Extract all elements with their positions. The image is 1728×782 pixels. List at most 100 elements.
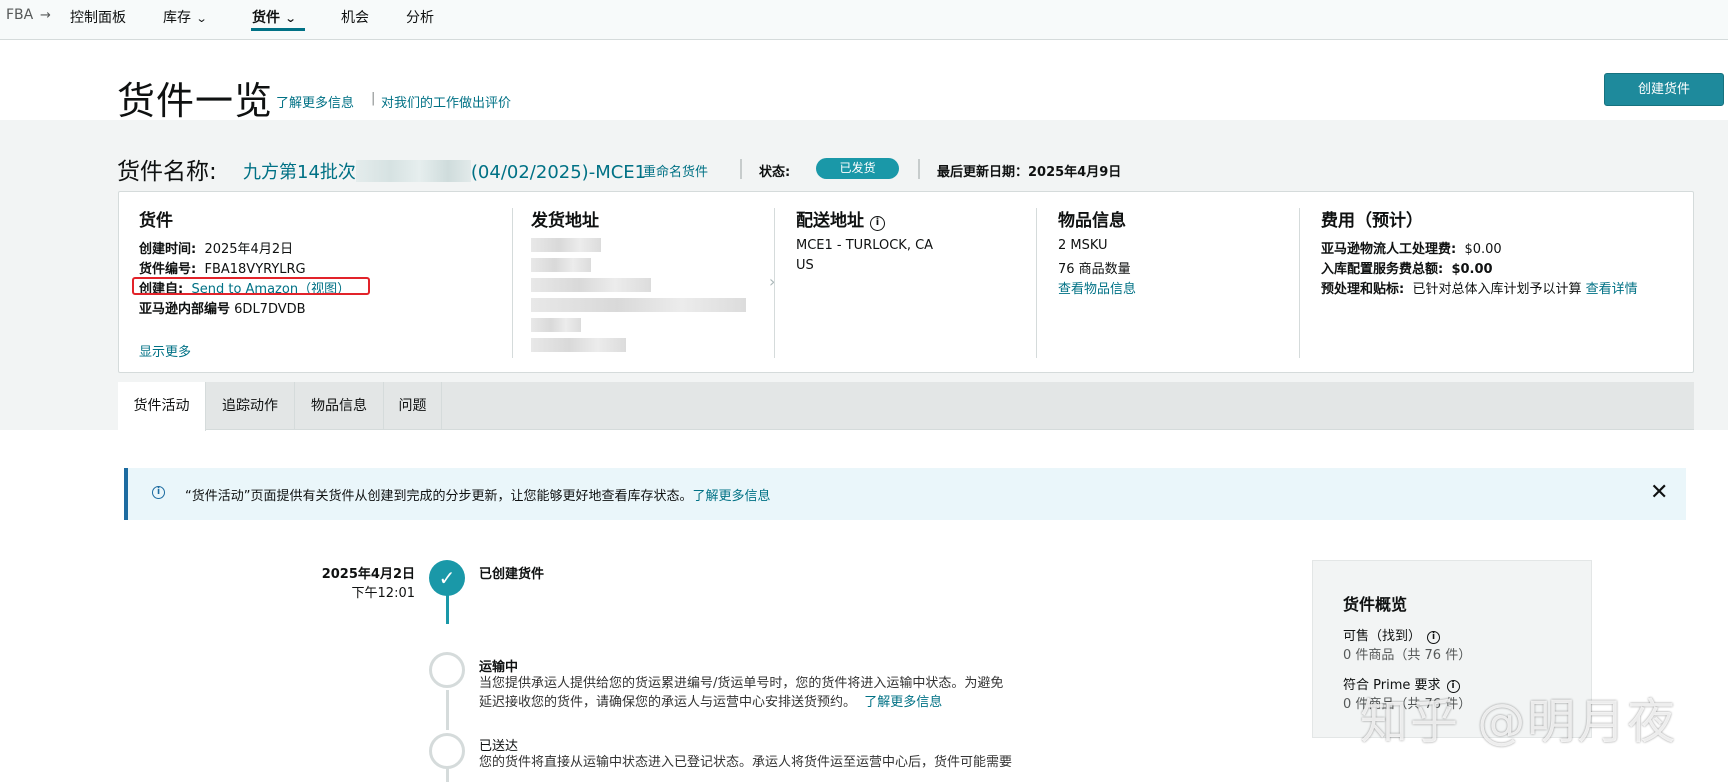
- divider: [740, 159, 742, 179]
- timeline-connector: [446, 690, 449, 730]
- nav-opportunities[interactable]: 机会: [341, 7, 369, 27]
- breadcrumb-fba[interactable]: FBA: [6, 7, 33, 23]
- info-icon[interactable]: i: [870, 216, 885, 231]
- timeline-learn-more-link[interactable]: 了解更多信息: [864, 695, 942, 710]
- check-icon: ✓: [429, 560, 465, 596]
- nav-analytics[interactable]: 分析: [406, 7, 434, 27]
- created-time-value: 2025年4月2日: [204, 242, 294, 257]
- placement-fee-label: 入库配置服务费总额:: [1321, 262, 1444, 277]
- create-shipment-button[interactable]: 创建货件: [1604, 73, 1724, 106]
- chevron-down-icon: ⌄: [284, 12, 297, 25]
- prep-fee-row: 预处理和贴标: 已针对总体入库计划予以计算 查看详情: [1321, 278, 1638, 297]
- ship-to-title-text: 配送地址: [796, 211, 864, 231]
- page-title: 货件一览: [117, 79, 274, 123]
- internal-id-row: 亚马逊内部编号 6DL7DVDB: [139, 298, 306, 317]
- info-icon: i: [152, 486, 165, 499]
- timeline-step-title: 运输中: [479, 660, 519, 675]
- timeline-step-text: 当您提供承运人提供给您的货运累进编号/货运单号时，您的货件将进入运输中状态。为避…: [479, 676, 1004, 691]
- created-time-label: 创建时间:: [139, 242, 197, 257]
- breadcrumb-arrow-icon: →: [40, 8, 51, 23]
- nav-shipments-label: 货件: [252, 10, 280, 26]
- internal-id-value: 6DL7DVDB: [234, 302, 306, 317]
- timeline-step-pending: [429, 733, 465, 769]
- column-divider: [1036, 208, 1037, 358]
- summary-ship-from-column: 发货地址: [531, 192, 781, 374]
- info-icon[interactable]: i: [1427, 631, 1441, 644]
- ship-to-line1: MCE1 - TURLOCK, CA: [796, 238, 934, 253]
- manual-fee-row: 亚马逊物流人工处理费: $0.00: [1321, 238, 1502, 257]
- alert-message: “货件活动”页面提供有关货件从创建到完成的分步更新，让您能够更好地查看库存状态。…: [185, 485, 771, 504]
- internal-id-label: 亚马逊内部编号: [139, 302, 231, 317]
- timeline-step-title: 已创建货件: [479, 567, 545, 582]
- chevron-down-icon: ⌄: [195, 12, 208, 25]
- sellable-label-text: 可售（找到）: [1343, 629, 1422, 644]
- tab-contents[interactable]: 物品信息: [295, 382, 384, 430]
- placement-fee-value: $0.00: [1451, 262, 1493, 277]
- prep-fee-label: 预处理和贴标:: [1321, 282, 1405, 297]
- ship-to-title: 配送地址 i: [796, 206, 885, 231]
- tab-issues[interactable]: 问题: [384, 382, 442, 430]
- item-quantity: 76 商品数量: [1058, 262, 1131, 277]
- summary-fees-column: 费用（预计） 亚马逊物流人工处理费: $0.00 入库配置服务费总额: $0.0…: [1321, 192, 1691, 374]
- view-details-link[interactable]: 查看详情: [1586, 282, 1638, 297]
- status-label: 状态:: [759, 165, 791, 180]
- tab-bar: 货件活动 追踪动作 物品信息 问题: [118, 382, 1694, 431]
- shipment-id-value: FBA18VYRYLRG: [204, 262, 306, 277]
- redacted-address-line: [531, 278, 651, 292]
- timeline-date: 2025年4月2日: [321, 567, 415, 582]
- last-updated: 最后更新日期：2025年4月9日: [937, 165, 1122, 180]
- summary-items-column: 物品信息 2 MSKU 76 商品数量 查看物品信息: [1058, 192, 1288, 374]
- header-separator: |: [371, 91, 376, 106]
- learn-more-link[interactable]: 了解更多信息: [276, 92, 354, 111]
- tab-tracking[interactable]: 追踪动作: [206, 382, 295, 430]
- rename-shipment-link[interactable]: 重命名货件: [643, 161, 708, 180]
- timeline-step-text: 延迟接收您的货件，请确保您的承运人与运营中心安排送货预约。 了解更多信息: [479, 693, 942, 713]
- tab-shipment-events[interactable]: 货件活动: [118, 382, 206, 431]
- redacted-address-line: [531, 238, 601, 252]
- red-annotation-box: [132, 277, 370, 295]
- nav-dashboard[interactable]: 控制面板: [70, 7, 126, 27]
- show-more-link[interactable]: 显示更多: [139, 341, 191, 360]
- placement-fee-row: 入库配置服务费总额: $0.00: [1321, 258, 1493, 277]
- shipment-name-suffix: (04/02/2025)-MCE1: [470, 162, 647, 183]
- summary-ship-to-column: 配送地址 i MCE1 - TURLOCK, CA US: [796, 192, 1026, 374]
- prep-fee-value: 已针对总体入库计划予以计算: [1412, 282, 1582, 297]
- nav-shipments[interactable]: 货件 ⌄: [252, 7, 297, 27]
- timeline-step-title: 已送达: [479, 739, 519, 754]
- top-nav: FBA → 控制面板 库存 ⌄ 货件 ⌄ 机会 分析: [0, 0, 1728, 40]
- overview-title: 货件概览: [1343, 595, 1408, 614]
- redacted-address-line: [531, 258, 591, 272]
- redacted-address-line: [531, 338, 626, 352]
- shipment-id-row: 货件编号: FBA18VYRYLRG: [139, 258, 306, 277]
- timeline-step-text-line: 延迟接收您的货件，请确保您的承运人与运营中心安排送货预约。: [479, 695, 857, 710]
- timeline-step-pending: [429, 652, 465, 688]
- shipment-name-label: 货件名称:: [117, 159, 217, 185]
- manual-fee-label: 亚马逊物流人工处理费:: [1321, 242, 1457, 257]
- timeline-time: 下午12:01: [351, 586, 415, 601]
- info-alert: i “货件活动”页面提供有关货件从创建到完成的分步更新，让您能够更好地查看库存状…: [124, 468, 1686, 520]
- shipment-id-label: 货件编号:: [139, 262, 197, 277]
- feedback-link[interactable]: 对我们的工作做出评价: [381, 92, 511, 111]
- shipment-summary-card: 货件 创建时间: 2025年4月2日 货件编号: FBA18VYRYLRG 创建…: [118, 191, 1694, 373]
- redacted-address-line: [531, 298, 746, 312]
- msku-count: 2 MSKU: [1058, 238, 1108, 253]
- shipment-name: 九方第14批次 (04/02/2025)-MCE1: [243, 158, 646, 184]
- nav-inventory[interactable]: 库存 ⌄: [163, 7, 208, 27]
- nav-active-underline: [251, 28, 305, 31]
- nav-inventory-label: 库存: [163, 10, 191, 26]
- divider: [918, 159, 920, 179]
- summary-shipment-title: 货件: [139, 211, 173, 231]
- manual-fee-value: $0.00: [1464, 242, 1502, 257]
- alert-learn-more-link[interactable]: 了解更多信息: [692, 489, 770, 504]
- items-title: 物品信息: [1058, 211, 1126, 231]
- fees-title: 费用（预计）: [1321, 211, 1423, 231]
- column-divider: [774, 208, 775, 358]
- alert-text: “货件活动”页面提供有关货件从创建到完成的分步更新，让您能够更好地查看库存状态。: [185, 489, 693, 504]
- close-icon[interactable]: ✕: [1650, 480, 1668, 505]
- sellable-value: 0 件商品（共 76 件）: [1343, 648, 1472, 663]
- column-divider: [512, 208, 513, 358]
- redacted-address-line: [531, 318, 581, 332]
- created-time-row: 创建时间: 2025年4月2日: [139, 238, 293, 257]
- view-items-link[interactable]: 查看物品信息: [1058, 278, 1136, 297]
- status-badge: 已发货: [816, 158, 899, 179]
